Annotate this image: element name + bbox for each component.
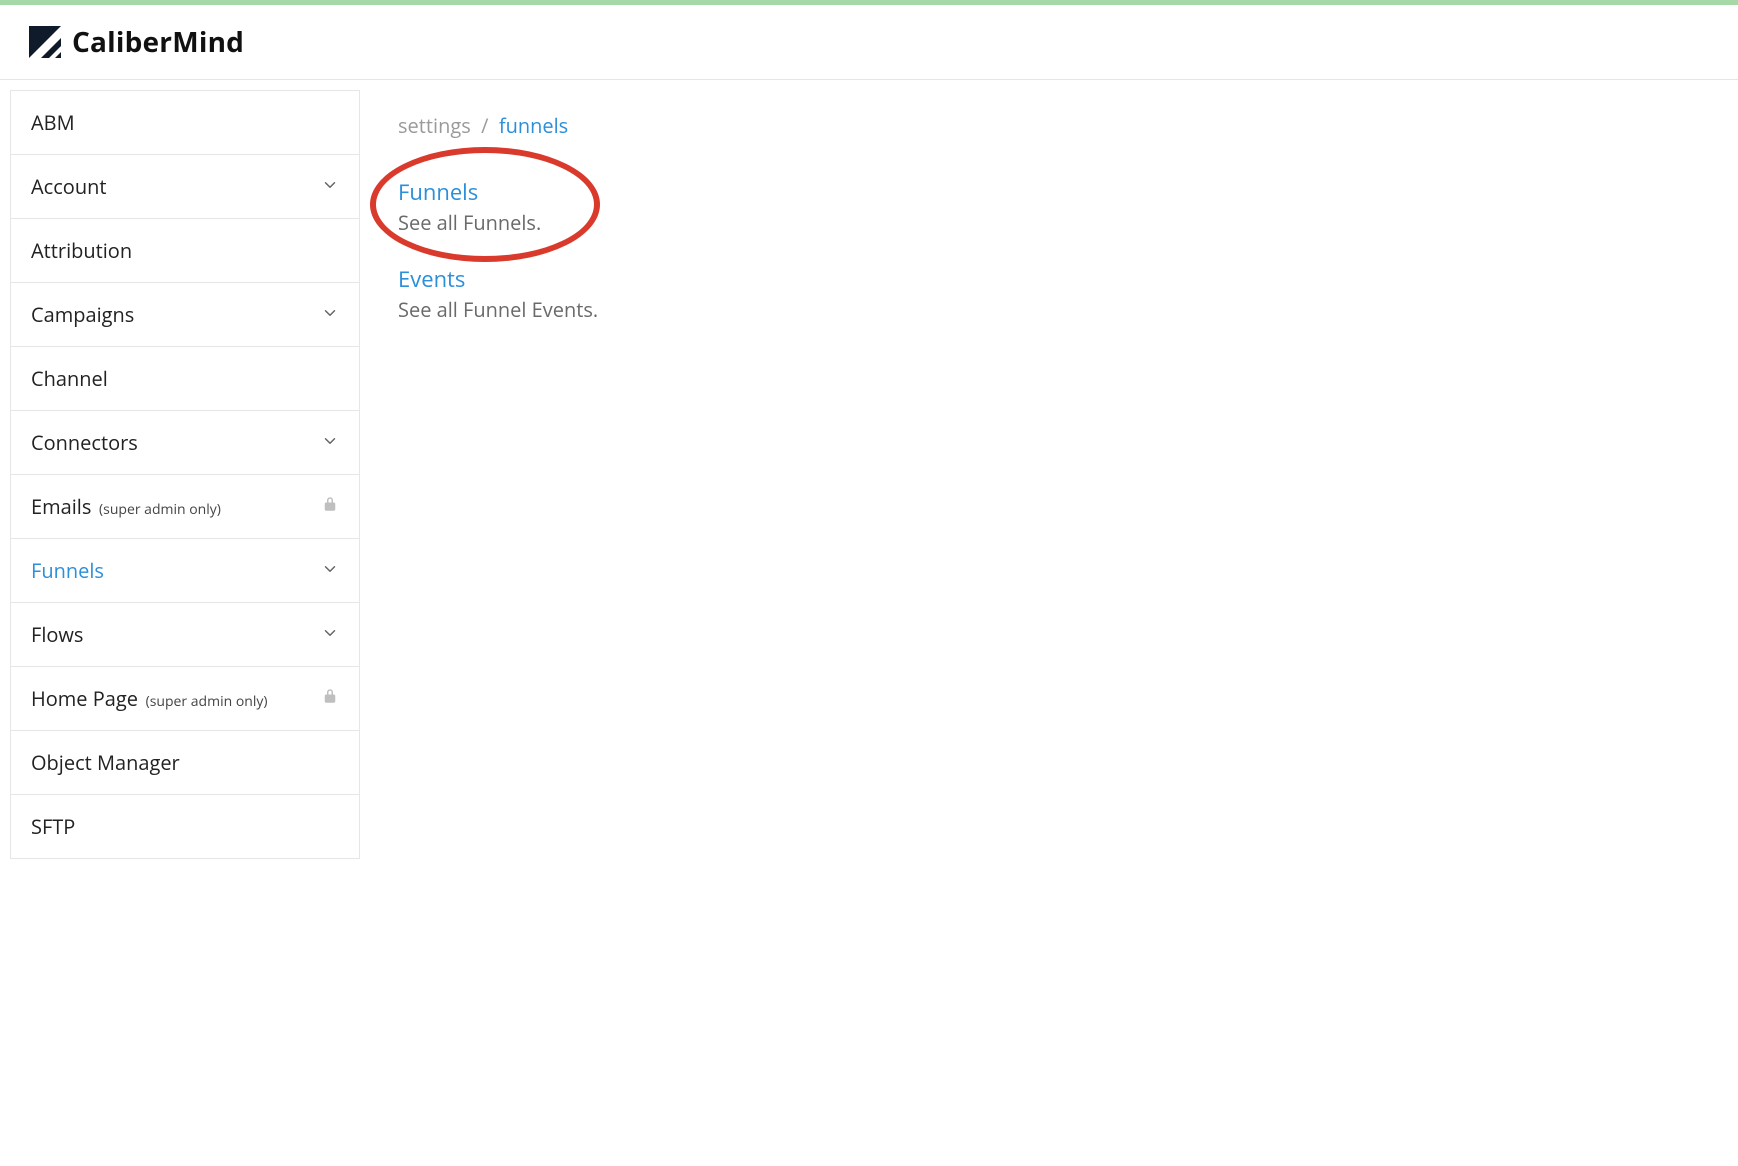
- sidebar-item-connectors[interactable]: Connectors: [11, 411, 359, 475]
- section-block: EventsSee all Funnel Events.: [398, 264, 598, 323]
- chevron-down-icon: [321, 173, 339, 200]
- sidebar-item-account[interactable]: Account: [11, 155, 359, 219]
- section-block: FunnelsSee all Funnels.: [398, 177, 598, 236]
- sidebar-item-label: Connectors: [31, 429, 138, 456]
- sidebar-item-home-page[interactable]: Home Page (super admin only): [11, 667, 359, 731]
- sidebar-item-sftp[interactable]: SFTP: [11, 795, 359, 859]
- sidebar-item-flows[interactable]: Flows: [11, 603, 359, 667]
- sidebar-item-campaigns[interactable]: Campaigns: [11, 283, 359, 347]
- section-link-funnels[interactable]: Funnels: [398, 177, 598, 207]
- chevron-down-icon: [321, 621, 339, 648]
- section-description: See all Funnel Events.: [398, 296, 598, 323]
- sidebar-item-label: SFTP: [31, 813, 75, 840]
- sidebar-item-funnels[interactable]: Funnels: [11, 539, 359, 603]
- lock-icon: [321, 493, 339, 520]
- chevron-down-icon: [321, 429, 339, 456]
- breadcrumb-current: funnels: [499, 112, 568, 139]
- chevron-down-icon: [321, 301, 339, 328]
- layout: ABM Account Attribution Campaigns Channel Con…: [0, 80, 1738, 859]
- sidebar-item-label: Flows: [31, 621, 83, 648]
- brand-logo-icon: [28, 25, 62, 59]
- sections-list: FunnelsSee all Funnels.EventsSee all Fun…: [398, 177, 598, 323]
- sidebar-item-abm[interactable]: ABM: [11, 91, 359, 155]
- sidebar-item-label: Attribution: [31, 237, 132, 264]
- breadcrumb: settings / funnels: [398, 112, 598, 139]
- sidebar-item-label: Campaigns: [31, 301, 134, 328]
- sidebar-item-attribution[interactable]: Attribution: [11, 219, 359, 283]
- app-header: CaliberMind: [0, 5, 1738, 80]
- settings-sidebar: ABM Account Attribution Campaigns Channel Con…: [10, 90, 360, 859]
- sidebar-item-emails[interactable]: Emails (super admin only): [11, 475, 359, 539]
- sidebar-item-label: ABM: [31, 109, 75, 136]
- breadcrumb-sep: /: [476, 112, 499, 139]
- lock-icon: [321, 685, 339, 712]
- brand-name: CaliberMind: [72, 23, 244, 61]
- sidebar-item-label: Funnels: [31, 557, 104, 584]
- sidebar-item-label: Account: [31, 173, 107, 200]
- sidebar-item-channel[interactable]: Channel: [11, 347, 359, 411]
- sidebar-item-label: Object Manager: [31, 749, 180, 776]
- main-content: settings / funnels FunnelsSee all Funnel…: [360, 90, 598, 351]
- chevron-down-icon: [321, 557, 339, 584]
- sidebar-item-label: Emails (super admin only): [31, 493, 221, 520]
- section-link-events[interactable]: Events: [398, 264, 598, 294]
- sidebar-item-object-manager[interactable]: Object Manager: [11, 731, 359, 795]
- sidebar-item-label: Home Page (super admin only): [31, 685, 268, 712]
- section-description: See all Funnels.: [398, 209, 598, 236]
- sidebar-item-label: Channel: [31, 365, 108, 392]
- breadcrumb-root[interactable]: settings: [398, 112, 471, 139]
